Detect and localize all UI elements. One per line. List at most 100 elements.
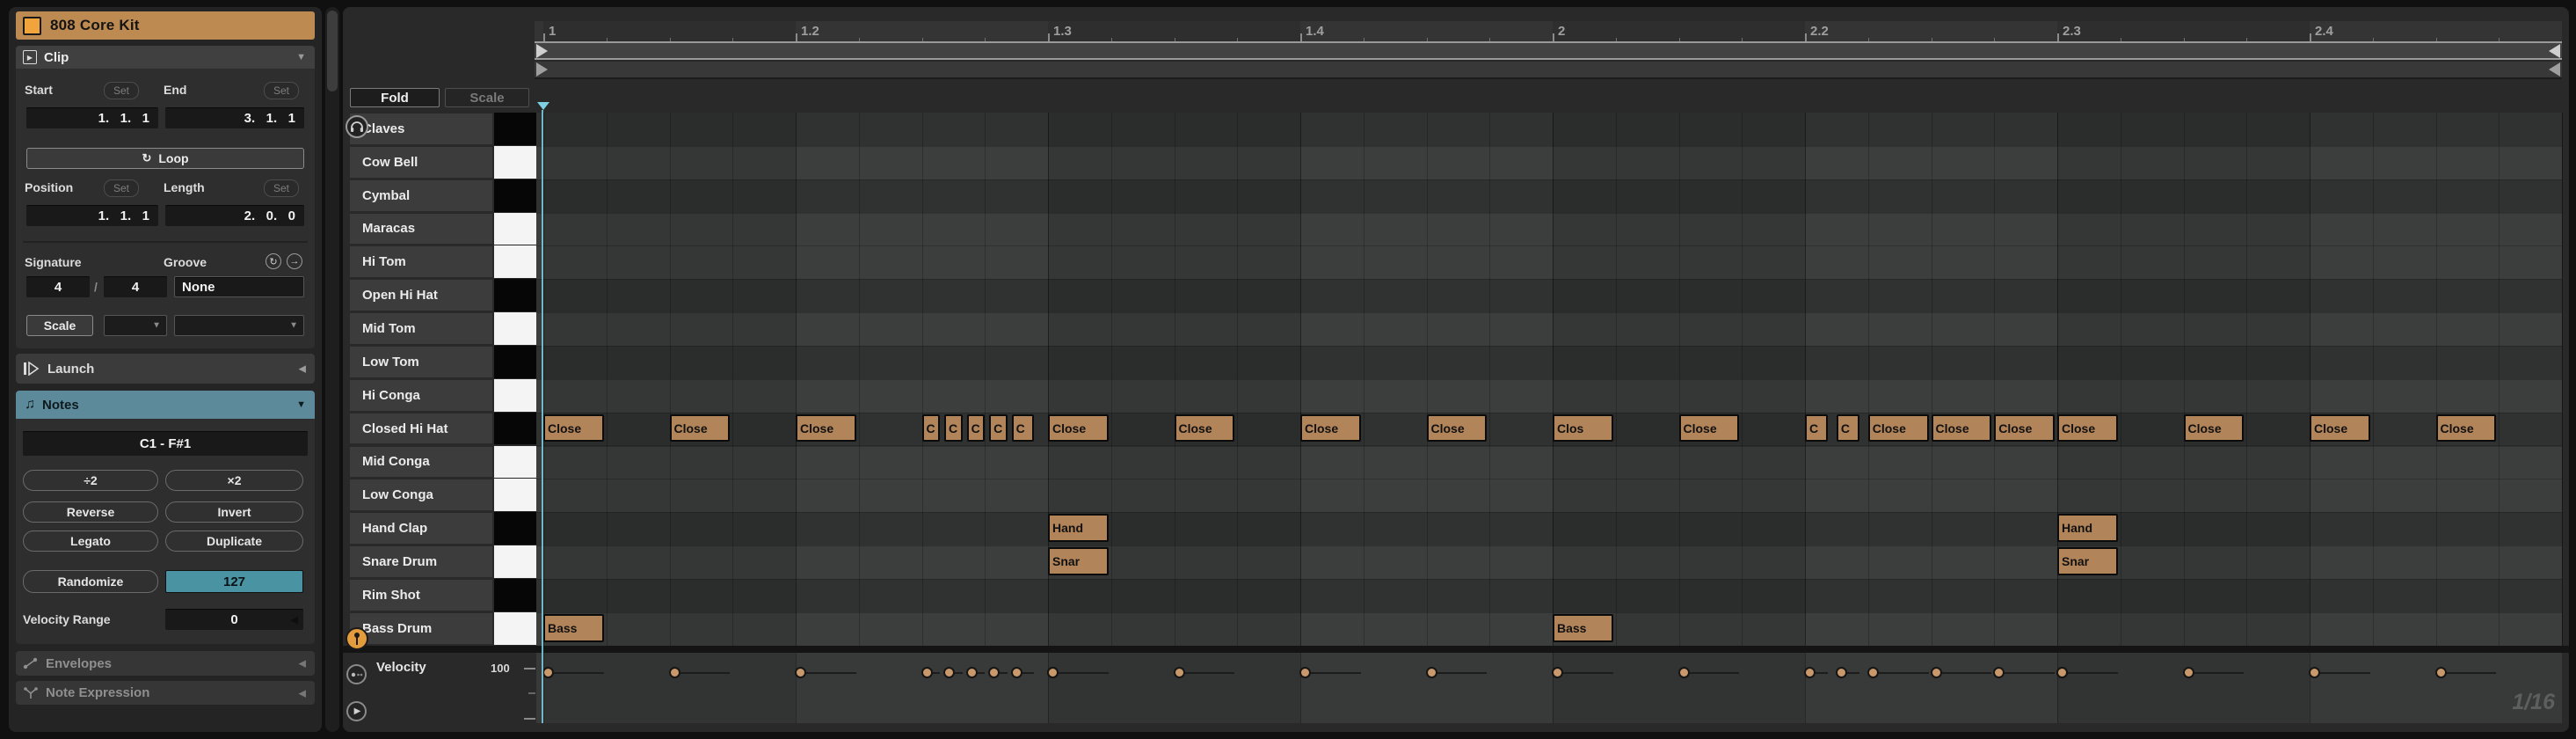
signature-denominator[interactable]: 4 [104, 276, 167, 297]
velocity-marker[interactable] [1836, 667, 1847, 678]
velocity-range-value[interactable]: 0 ◀ [165, 609, 303, 630]
scrollbar-thumb[interactable] [327, 11, 338, 91]
scale-name-dropdown[interactable]: ▼ [174, 315, 304, 336]
drum-row-label[interactable]: Hand Clap [350, 513, 492, 544]
launch-section-header[interactable]: Launch ◀ [16, 354, 315, 384]
velocity-marker[interactable] [1678, 667, 1690, 678]
midi-note[interactable]: Close [2310, 414, 2370, 443]
envelopes-section-header[interactable]: Envelopes ◀ [16, 651, 315, 676]
signature-numerator[interactable]: 4 [26, 276, 90, 297]
loop-button[interactable]: ↻ Loop [26, 148, 304, 169]
midi-note[interactable]: Close [543, 414, 604, 443]
velocity-marker[interactable] [1299, 667, 1311, 678]
piano-key-black[interactable] [494, 413, 536, 446]
velocity-marker[interactable] [921, 667, 933, 678]
velocity-marker[interactable] [2435, 667, 2447, 678]
legato-button[interactable]: Legato [23, 530, 158, 552]
start-value[interactable]: 1. 1. 1 [26, 107, 158, 128]
midi-note[interactable]: Close [2184, 414, 2245, 443]
piano-key-black[interactable] [494, 279, 536, 312]
piano-key-white[interactable] [494, 446, 536, 479]
position-value[interactable]: 1. 1. 1 [26, 205, 158, 226]
stepper-left-icon[interactable]: ◀ [291, 614, 298, 626]
midi-note[interactable]: Close [1048, 414, 1109, 443]
velocity-marker[interactable] [542, 667, 554, 678]
midi-note[interactable]: Clos [1553, 414, 1613, 443]
midi-note[interactable]: Close [670, 414, 731, 443]
double-time-button[interactable]: ×2 [165, 470, 303, 491]
velocity-marker[interactable] [1804, 667, 1816, 678]
drum-row-label[interactable]: Hi Tom [350, 246, 492, 277]
groove-commit-icon[interactable]: → [287, 253, 302, 269]
midi-note[interactable]: Close [1994, 414, 2055, 443]
midi-note[interactable]: C [1012, 414, 1035, 443]
clip-section-header[interactable]: ▶ Clip ▼ [16, 46, 315, 69]
midi-note[interactable]: C [1837, 414, 1859, 443]
halve-time-button[interactable]: ÷2 [23, 470, 158, 491]
drum-row-label[interactable]: Low Conga [350, 479, 492, 510]
invert-button[interactable]: Invert [165, 501, 303, 523]
insert-marker-icon[interactable] [537, 102, 549, 110]
midi-note[interactable]: Close [1427, 414, 1488, 443]
velocity-marker[interactable] [988, 667, 1000, 678]
note-grid[interactable]: ClavesCow BellCymbalMaracasHi TomOpen Hi… [343, 7, 2569, 732]
groove-value[interactable]: None [174, 276, 304, 297]
velocity-marker[interactable] [2056, 667, 2068, 678]
randomize-amount[interactable]: 127 [165, 570, 303, 593]
scale-root-dropdown[interactable]: ▼ [104, 315, 167, 336]
scale-mode-button[interactable]: Scale [26, 315, 93, 336]
drum-row-label[interactable]: Hi Conga [350, 380, 492, 411]
piano-key-white[interactable] [494, 379, 536, 413]
midi-note[interactable]: C [989, 414, 1008, 443]
velocity-lane-divider[interactable] [343, 646, 2569, 653]
midi-note[interactable]: C [922, 414, 941, 443]
start-set-button[interactable]: Set [104, 82, 139, 99]
midi-note[interactable]: Close [1300, 414, 1361, 443]
piano-key-white[interactable] [494, 479, 536, 512]
midi-note[interactable]: Close [1175, 414, 1235, 443]
length-value[interactable]: 2. 0. 0 [165, 205, 304, 226]
velocity-marker[interactable] [943, 667, 955, 678]
chevron-down-icon[interactable]: ▼ [296, 52, 306, 62]
drum-row-label[interactable]: Claves [350, 113, 492, 144]
midi-note[interactable]: C [967, 414, 986, 443]
midi-note[interactable]: C [1805, 414, 1828, 443]
expression-lanes-button[interactable] [346, 664, 367, 684]
midi-note[interactable]: Close [1868, 414, 1929, 443]
length-set-button[interactable]: Set [264, 179, 299, 197]
drum-row-label[interactable]: Cymbal [350, 180, 492, 211]
clip-title-bar[interactable]: 808 Core Kit [16, 11, 315, 40]
velocity-marker[interactable] [2183, 667, 2194, 678]
preview-headphone-button[interactable] [346, 115, 368, 138]
drum-row-label[interactable]: Mid Tom [350, 313, 492, 344]
velocity-marker[interactable] [669, 667, 680, 678]
duplicate-button[interactable]: Duplicate [165, 530, 303, 552]
velocity-marker[interactable] [1426, 667, 1437, 678]
chevron-left-icon[interactable]: ◀ [299, 363, 306, 375]
velocity-marker[interactable] [1993, 667, 2005, 678]
midi-note[interactable]: Close [796, 414, 856, 443]
piano-key-white[interactable] [494, 545, 536, 579]
midi-note[interactable]: Close [1932, 414, 1992, 443]
velocity-lane[interactable] [536, 653, 2562, 723]
velocity-marker[interactable] [1552, 667, 1563, 678]
midi-note[interactable]: Bass [543, 614, 604, 642]
drum-row-label[interactable]: Snare Drum [350, 546, 492, 577]
piano-key-black[interactable] [494, 512, 536, 545]
piano-key-black[interactable] [494, 579, 536, 612]
drum-row-label[interactable]: Low Tom [350, 347, 492, 377]
piano-key-white[interactable] [494, 612, 536, 646]
drum-row-label[interactable]: Maracas [350, 214, 492, 245]
note-expression-section-header[interactable]: Note Expression ◀ [16, 681, 315, 705]
midi-note[interactable]: Snar [2057, 547, 2118, 575]
velocity-marker[interactable] [795, 667, 806, 678]
clip-panel-scrollbar[interactable] [325, 7, 339, 732]
piano-key-white[interactable] [494, 312, 536, 346]
piano-key-white[interactable] [494, 213, 536, 246]
drum-row-label[interactable]: Cow Bell [350, 147, 492, 178]
groove-hotswap-icon[interactable]: ↻ [266, 253, 281, 269]
notes-section-header[interactable]: ♫ Notes ▼ [16, 391, 315, 419]
drum-row-label[interactable]: Mid Conga [350, 447, 492, 478]
drum-row-label[interactable]: Rim Shot [350, 580, 492, 611]
chevron-down-icon[interactable]: ▼ [296, 399, 306, 410]
